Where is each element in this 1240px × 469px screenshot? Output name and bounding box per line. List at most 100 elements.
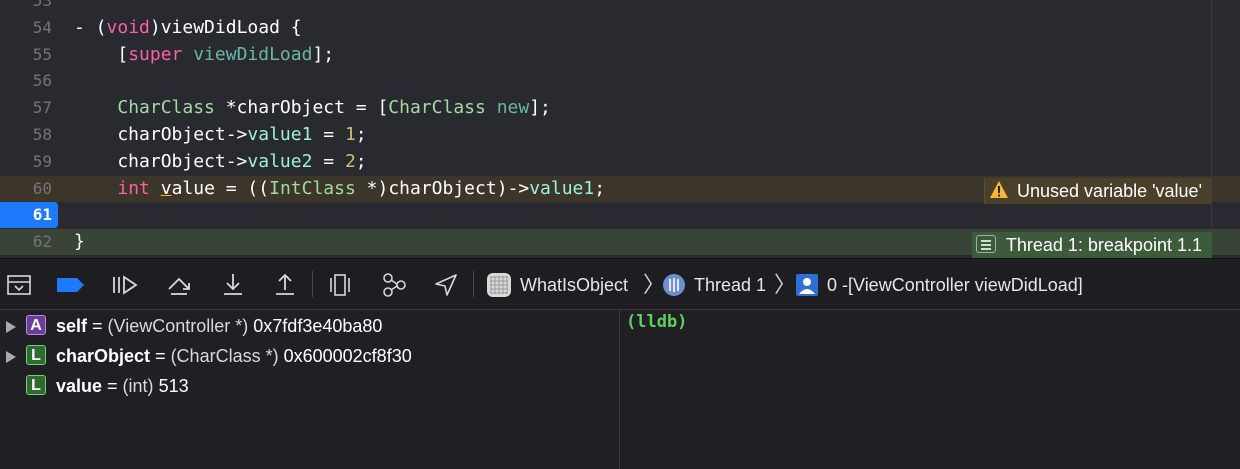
code-token: = [312,151,345,172]
code-line[interactable]: 53 [0,0,1240,14]
code-token: - ( [74,17,107,38]
step-over-icon [168,277,190,295]
code-line[interactable]: 57 CharClass *charObject = [CharClass ne… [0,95,1240,121]
code-token: ; [355,124,367,145]
variable-type: (CharClass *) [170,346,279,366]
code-token: } [74,231,85,252]
variables-view[interactable]: Aself = (ViewController *) 0x7fdf3e40ba8… [0,310,618,469]
app-grid-icon [487,273,511,297]
variable-row[interactable]: LcharObject = (CharClass *) 0x600002cf8f… [0,342,618,370]
line-number: 62 [32,232,52,251]
continue-button[interactable] [110,271,140,299]
variable-value: 0x600002cf8f30 [283,346,412,366]
memory-graph-icon [383,273,406,297]
code-token: alue = (( [171,178,270,199]
variable-value: 0x7fdf3e40ba80 [253,316,383,336]
code-token: 2 [344,151,356,172]
code-line[interactable]: 56 [0,68,1240,94]
code-token: ]; [529,97,551,118]
code-token: ; [594,178,606,199]
code-token: viewDidLoad [193,44,313,65]
warning-icon [990,181,1009,199]
variable-text: value = (int) 513 [56,372,189,400]
disclosure-triangle-icon[interactable] [6,351,16,363]
code-token: *)charObject)-> [355,178,530,199]
line-number: 53 [32,0,52,10]
code-token: CharClass [117,97,215,118]
code-text: CharClass *charObject = [CharClass new]; [74,95,551,121]
code-token: charObject-> [74,124,248,145]
code-token: int [117,178,150,199]
breakpoint-icon [57,278,84,292]
code-token: ]; [312,44,335,65]
toolbar-separator [312,271,313,297]
code-token: [ [74,44,129,65]
thread-list-icon [975,235,996,254]
step-over-button[interactable] [164,271,194,299]
warning-text: Unused variable 'value' [1017,181,1202,201]
code-line[interactable]: 59 charObject->value2 = 2; [0,149,1240,175]
console-view[interactable]: (lldb) [619,310,1240,469]
code-token: )viewDidLoad { [149,17,302,38]
view-debugger-button[interactable] [325,271,355,299]
code-token: value1 [529,178,595,199]
variable-value: 513 [158,376,189,396]
code-token: void [106,17,150,38]
code-line[interactable]: 55 [super viewDidLoad]; [0,42,1240,68]
warning-annotation[interactable]: Unused variable 'value' [984,178,1212,204]
code-text: - (void)viewDidLoad { [74,15,302,41]
crumb-frame[interactable]: 0 -[ViewController viewDidLoad] [827,271,1083,299]
code-text: charObject->value1 = 1; [74,122,367,148]
crumb-app[interactable]: WhatIsObject [520,271,628,299]
toolbar-separator [473,271,474,297]
step-into-button[interactable] [218,271,248,299]
code-token: value2 [247,151,313,172]
code-token: = [312,124,345,145]
chevron-right-icon: 〉 [774,272,797,297]
crumb-thread[interactable]: Thread 1 [694,271,766,299]
code-token: value1 [247,124,313,145]
step-out-icon [276,273,294,295]
code-line[interactable]: 54 - (void)viewDidLoad { [0,15,1240,41]
code-line[interactable]: 58 charObject->value1 = 1; [0,122,1240,148]
local-badge-icon: L [26,345,46,365]
breakpoints-toggle-button[interactable] [56,271,86,299]
code-line[interactable]: 61 [0,202,1240,228]
frame-crumb-icon [794,271,820,299]
code-text: [super viewDidLoad]; [74,42,334,68]
variable-row[interactable]: Lvalue = (int) 513 [0,372,618,400]
hide-debug-area-button[interactable] [4,271,34,299]
lldb-prompt: (lldb) [626,312,688,332]
variable-name: self [56,316,88,336]
location-arrow-icon [435,274,457,296]
code-token: super [128,44,183,65]
variable-row[interactable]: Aself = (ViewController *) 0x7fdf3e40ba8… [0,312,618,340]
memory-graph-button[interactable] [379,271,409,299]
source-editor[interactable]: 53 54- (void)viewDidLoad {55 [super viewD… [0,0,1240,258]
line-number: 59 [32,152,52,171]
step-out-button[interactable] [270,271,300,299]
equals-sign: = [87,316,108,336]
hide-debug-area-icon [7,275,31,295]
variable-name: value [56,376,103,396]
code-token: *charObject = [ [214,97,389,118]
line-number: 57 [32,98,52,117]
local-badge-icon: L [26,375,46,395]
view-hierarchy-icon [330,274,350,296]
code-token: CharClass [388,97,486,118]
equals-sign: = [150,346,171,366]
line-number: 58 [32,125,52,144]
disclosure-triangle-icon[interactable] [6,321,16,333]
argument-badge-icon: A [26,315,46,335]
user-frame-icon [796,274,818,296]
line-number: 54 [32,18,52,37]
breakpoint-annotation[interactable]: Thread 1: breakpoint 1.1 [971,232,1212,258]
simulate-location-button[interactable] [431,271,461,299]
code-token: charObject-> [74,151,248,172]
variable-text: charObject = (CharClass *) 0x600002cf8f3… [56,342,412,370]
